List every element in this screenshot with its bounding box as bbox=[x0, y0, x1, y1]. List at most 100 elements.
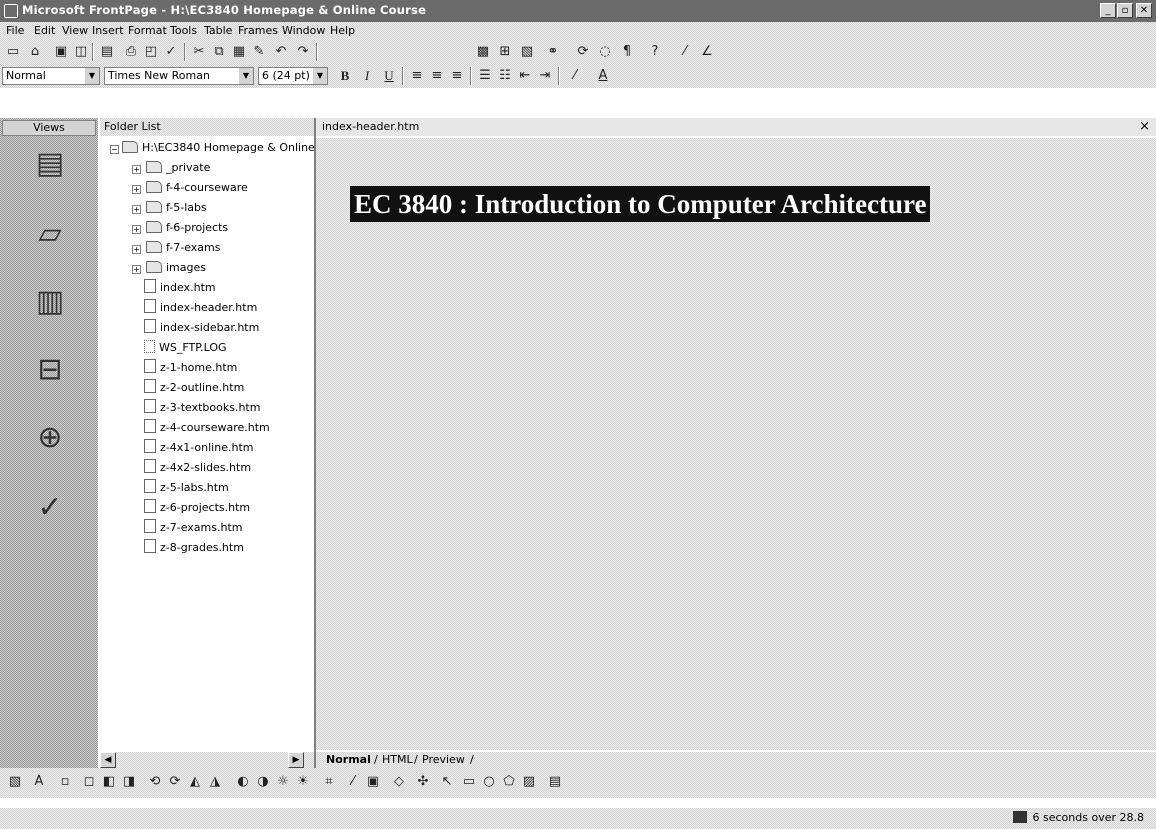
circular-hotspot-icon[interactable]: ○ bbox=[480, 773, 498, 791]
new-page-icon[interactable]: ▭ bbox=[4, 43, 22, 61]
bold-icon[interactable]: B bbox=[336, 67, 354, 85]
tree-file[interactable]: index-sidebar.htm bbox=[144, 318, 259, 338]
tree-folder[interactable]: f-4-courseware bbox=[146, 178, 248, 198]
position-absolutely-icon[interactable]: ◻ bbox=[80, 773, 98, 791]
spelling-icon[interactable]: ✓ bbox=[162, 43, 180, 61]
insert-table-icon[interactable]: ⊞ bbox=[496, 43, 514, 61]
expand-folder-icon[interactable]: + bbox=[132, 165, 141, 174]
font-size-select[interactable]: 6 (24 pt) ▼ bbox=[258, 67, 328, 85]
rotate-left-icon[interactable]: ⟲ bbox=[146, 773, 164, 791]
polygonal-hotspot-icon[interactable]: ⬠ bbox=[500, 773, 518, 791]
preview-in-browser-icon[interactable]: ◰ bbox=[142, 43, 160, 61]
publish-icon[interactable]: ◫ bbox=[72, 43, 90, 61]
page-view-icon[interactable]: ▤ bbox=[32, 144, 68, 184]
flip-horizontal-icon[interactable]: ◭ bbox=[186, 773, 204, 791]
send-backward-icon[interactable]: ◨ bbox=[120, 773, 138, 791]
tree-file[interactable]: z-7-exams.htm bbox=[144, 518, 242, 538]
open-icon[interactable]: ⌂ bbox=[26, 43, 44, 61]
numbering-icon[interactable]: ☰ bbox=[476, 67, 494, 85]
tree-file[interactable]: index-header.htm bbox=[144, 298, 257, 318]
tree-file[interactable]: WS_FTP.LOG bbox=[144, 338, 227, 358]
text-icon[interactable]: A bbox=[30, 773, 48, 791]
less-brightness-icon[interactable]: ☀ bbox=[294, 773, 312, 791]
folder-list-toggle-icon[interactable]: ▤ bbox=[98, 43, 116, 61]
tree-file[interactable]: z-6-projects.htm bbox=[144, 498, 250, 518]
set-transparent-color-icon[interactable]: ⁄ bbox=[344, 773, 362, 791]
navigation-view-icon[interactable]: ⊟ bbox=[32, 350, 68, 390]
menu-window[interactable]: Window bbox=[282, 24, 325, 37]
rotate-right-icon[interactable]: ⟳ bbox=[166, 773, 184, 791]
decrease-indent-icon[interactable]: ⇤ bbox=[516, 67, 534, 85]
editing-canvas[interactable]: EC 3840 : Introduction to Computer Archi… bbox=[316, 138, 1156, 750]
expand-folder-icon[interactable]: + bbox=[132, 225, 141, 234]
align-right-icon[interactable]: ≡ bbox=[448, 67, 466, 85]
format-painter-icon[interactable]: ✎ bbox=[250, 43, 268, 61]
italic-icon[interactable]: I bbox=[358, 67, 376, 85]
cut-icon[interactable]: ✂ bbox=[190, 43, 208, 61]
scroll-right-icon[interactable]: ▶ bbox=[288, 752, 304, 768]
show-all-icon[interactable]: ¶ bbox=[618, 43, 636, 61]
tree-file[interactable]: z-8-grades.htm bbox=[144, 538, 244, 558]
hyperlinks-view-icon[interactable]: ⊕ bbox=[32, 418, 68, 458]
resample-icon[interactable]: ✣ bbox=[414, 773, 432, 791]
font-color-icon[interactable]: A bbox=[594, 67, 612, 85]
menu-view[interactable]: View bbox=[62, 24, 88, 37]
underline-icon[interactable]: U bbox=[380, 67, 398, 85]
save-icon[interactable]: ▣ bbox=[52, 43, 70, 61]
crop-icon[interactable]: ⌗ bbox=[320, 773, 338, 791]
menu-help[interactable]: Help bbox=[330, 24, 355, 37]
tree-folder[interactable]: f-6-projects bbox=[146, 218, 228, 238]
menu-file[interactable]: File bbox=[6, 24, 24, 37]
rectangular-hotspot-icon[interactable]: ▭ bbox=[460, 773, 478, 791]
bevel-icon[interactable]: ◇ bbox=[390, 773, 408, 791]
tree-folder[interactable]: f-5-labs bbox=[146, 198, 207, 218]
page-heading[interactable]: EC 3840 : Introduction to Computer Archi… bbox=[350, 186, 931, 222]
copy-icon[interactable]: ⧉ bbox=[210, 43, 228, 61]
tree-folder[interactable]: _private bbox=[146, 158, 210, 178]
menu-edit[interactable]: Edit bbox=[34, 24, 55, 37]
menu-format[interactable]: Format bbox=[128, 24, 167, 37]
font-select[interactable]: Times New Roman ▼ bbox=[104, 67, 254, 85]
undo-icon[interactable]: ↶ bbox=[272, 43, 290, 61]
tree-file[interactable]: z-5-labs.htm bbox=[144, 478, 229, 498]
menu-frames[interactable]: Frames bbox=[238, 24, 278, 37]
tree-file[interactable]: z-3-textbooks.htm bbox=[144, 398, 260, 418]
tree-file[interactable]: z-4x2-slides.htm bbox=[144, 458, 251, 478]
draw-icon[interactable]: ⁄ bbox=[676, 43, 694, 61]
insert-picture-icon[interactable]: ▧ bbox=[6, 773, 24, 791]
select-icon[interactable]: ↖ bbox=[438, 773, 456, 791]
menu-tools[interactable]: Tools bbox=[170, 24, 197, 37]
flip-vertical-icon[interactable]: ◮ bbox=[206, 773, 224, 791]
insert-component-icon[interactable]: ▩ bbox=[474, 43, 492, 61]
tab-normal[interactable]: Normal bbox=[326, 753, 371, 766]
highlight-hotspots-icon[interactable]: ▨ bbox=[520, 773, 538, 791]
highlight-color-icon[interactable]: ⁄ bbox=[566, 67, 584, 85]
more-contrast-icon[interactable]: ◐ bbox=[234, 773, 252, 791]
scroll-left-icon[interactable]: ◀ bbox=[100, 752, 116, 768]
tasks-view-icon[interactable]: ✓ bbox=[32, 488, 68, 528]
menu-table[interactable]: Table bbox=[204, 24, 232, 37]
close-window-button[interactable]: ✕ bbox=[1136, 3, 1152, 18]
expand-folder-icon[interactable]: + bbox=[132, 185, 141, 194]
maximize-button[interactable]: ▫ bbox=[1117, 3, 1133, 18]
style-select[interactable]: Normal ▼ bbox=[2, 67, 100, 85]
bring-forward-icon[interactable]: ◧ bbox=[100, 773, 118, 791]
document-tab[interactable]: index-header.htm × bbox=[316, 118, 1156, 136]
menu-insert[interactable]: Insert bbox=[92, 24, 124, 37]
auto-thumbnail-icon[interactable]: ▫ bbox=[56, 773, 74, 791]
paste-icon[interactable]: ▦ bbox=[230, 43, 248, 61]
restore-icon[interactable]: ▤ bbox=[546, 773, 564, 791]
tree-file[interactable]: z-1-home.htm bbox=[144, 358, 237, 378]
align-center-icon[interactable]: ≡ bbox=[428, 67, 446, 85]
more-brightness-icon[interactable]: ☼ bbox=[274, 773, 292, 791]
collapse-root-icon[interactable]: − bbox=[110, 145, 119, 154]
tree-file[interactable]: z-4x1-online.htm bbox=[144, 438, 253, 458]
hyperlink-icon[interactable]: ⚭ bbox=[544, 43, 562, 61]
tree-file[interactable]: index.htm bbox=[144, 278, 216, 298]
tab-html[interactable]: HTML bbox=[382, 753, 413, 766]
frontpage-app-icon[interactable] bbox=[4, 4, 18, 18]
print-icon[interactable]: ⎙ bbox=[122, 43, 140, 61]
close-document-icon[interactable]: × bbox=[1139, 118, 1150, 136]
tab-preview[interactable]: Preview bbox=[422, 753, 465, 766]
tree-file[interactable]: z-4-courseware.htm bbox=[144, 418, 270, 438]
